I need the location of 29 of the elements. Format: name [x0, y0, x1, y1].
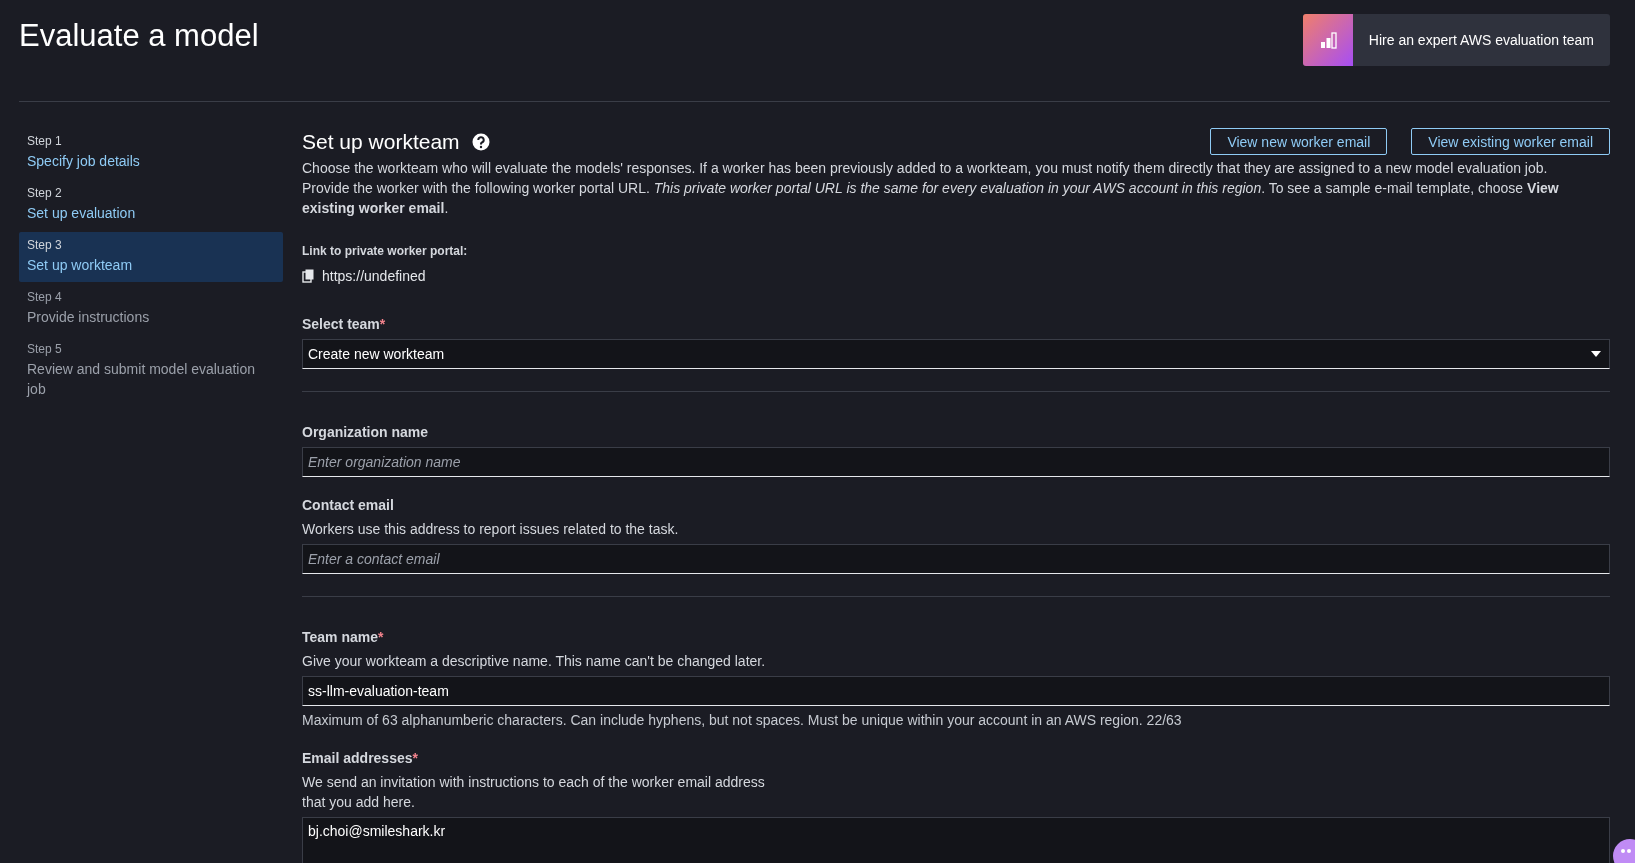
section-title: Set up workteam: [302, 129, 460, 154]
input-field[interactable]: ss-llm-evaluation-team: [302, 676, 1610, 706]
field-description: Workers use this address to report issues related to the task.: [302, 520, 680, 539]
input-field[interactable]: Enter a contact email: [302, 544, 1610, 574]
field-hint: Maximum of 63 alphanumberic characters. Can include hyphens, but not spaces. Must be unique within your account in an AWS region. 22/63: [302, 711, 1183, 730]
field-label: Select team*: [302, 315, 387, 334]
section-description: Choose the workteam who will evaluate the models' responses. If a worker has been previously added to a workteam, you must notify them directly that they are assigned to a new model evaluation job. Provide the worker with the following worker portal URL. This private worker portal URL is the same for every evaluation in your AWS account in this region. To see a sample e-mail template, choose View existing worker email.: [302, 159, 1560, 218]
copy-icon[interactable]: [302, 269, 314, 283]
field-description: Give your workteam a descriptive name. This name can't be changed later.: [302, 652, 767, 671]
input-field[interactable]: Enter organization name: [302, 447, 1610, 477]
help-icon[interactable]: [471, 132, 490, 151]
view-email-button[interactable]: View existing worker email: [1411, 128, 1610, 155]
field-label: Organization name: [302, 423, 430, 442]
field-label: Email addresses*: [302, 749, 419, 768]
bar-chart-icon: [1302, 14, 1353, 66]
wizard-step[interactable]: Step 3 Set up workteam: [19, 232, 283, 282]
caret-icon: [1591, 351, 1601, 357]
field-label: Team name*: [302, 628, 385, 647]
wizard-step[interactable]: Step 2 Set up evaluation: [19, 180, 283, 230]
portal-label: Link to private worker portal:: [302, 244, 469, 258]
page-title: Evaluate a model: [19, 18, 259, 54]
wizard-step[interactable]: Step 1 Specify job details: [19, 128, 283, 178]
view-email-button[interactable]: View new worker email: [1210, 128, 1388, 155]
portal-url: https://undefined: [322, 268, 426, 284]
hire-team-button[interactable]: Hire an expert AWS evaluation team: [1302, 14, 1610, 66]
email-field[interactable]: bj.choi@smileshark.kr: [302, 817, 1610, 863]
field-label: Contact email: [302, 496, 395, 515]
team-select[interactable]: Create new workteam: [302, 339, 1610, 369]
field-description: We send an invitation with instructions to each of the worker email address that you add here.: [302, 773, 766, 812]
